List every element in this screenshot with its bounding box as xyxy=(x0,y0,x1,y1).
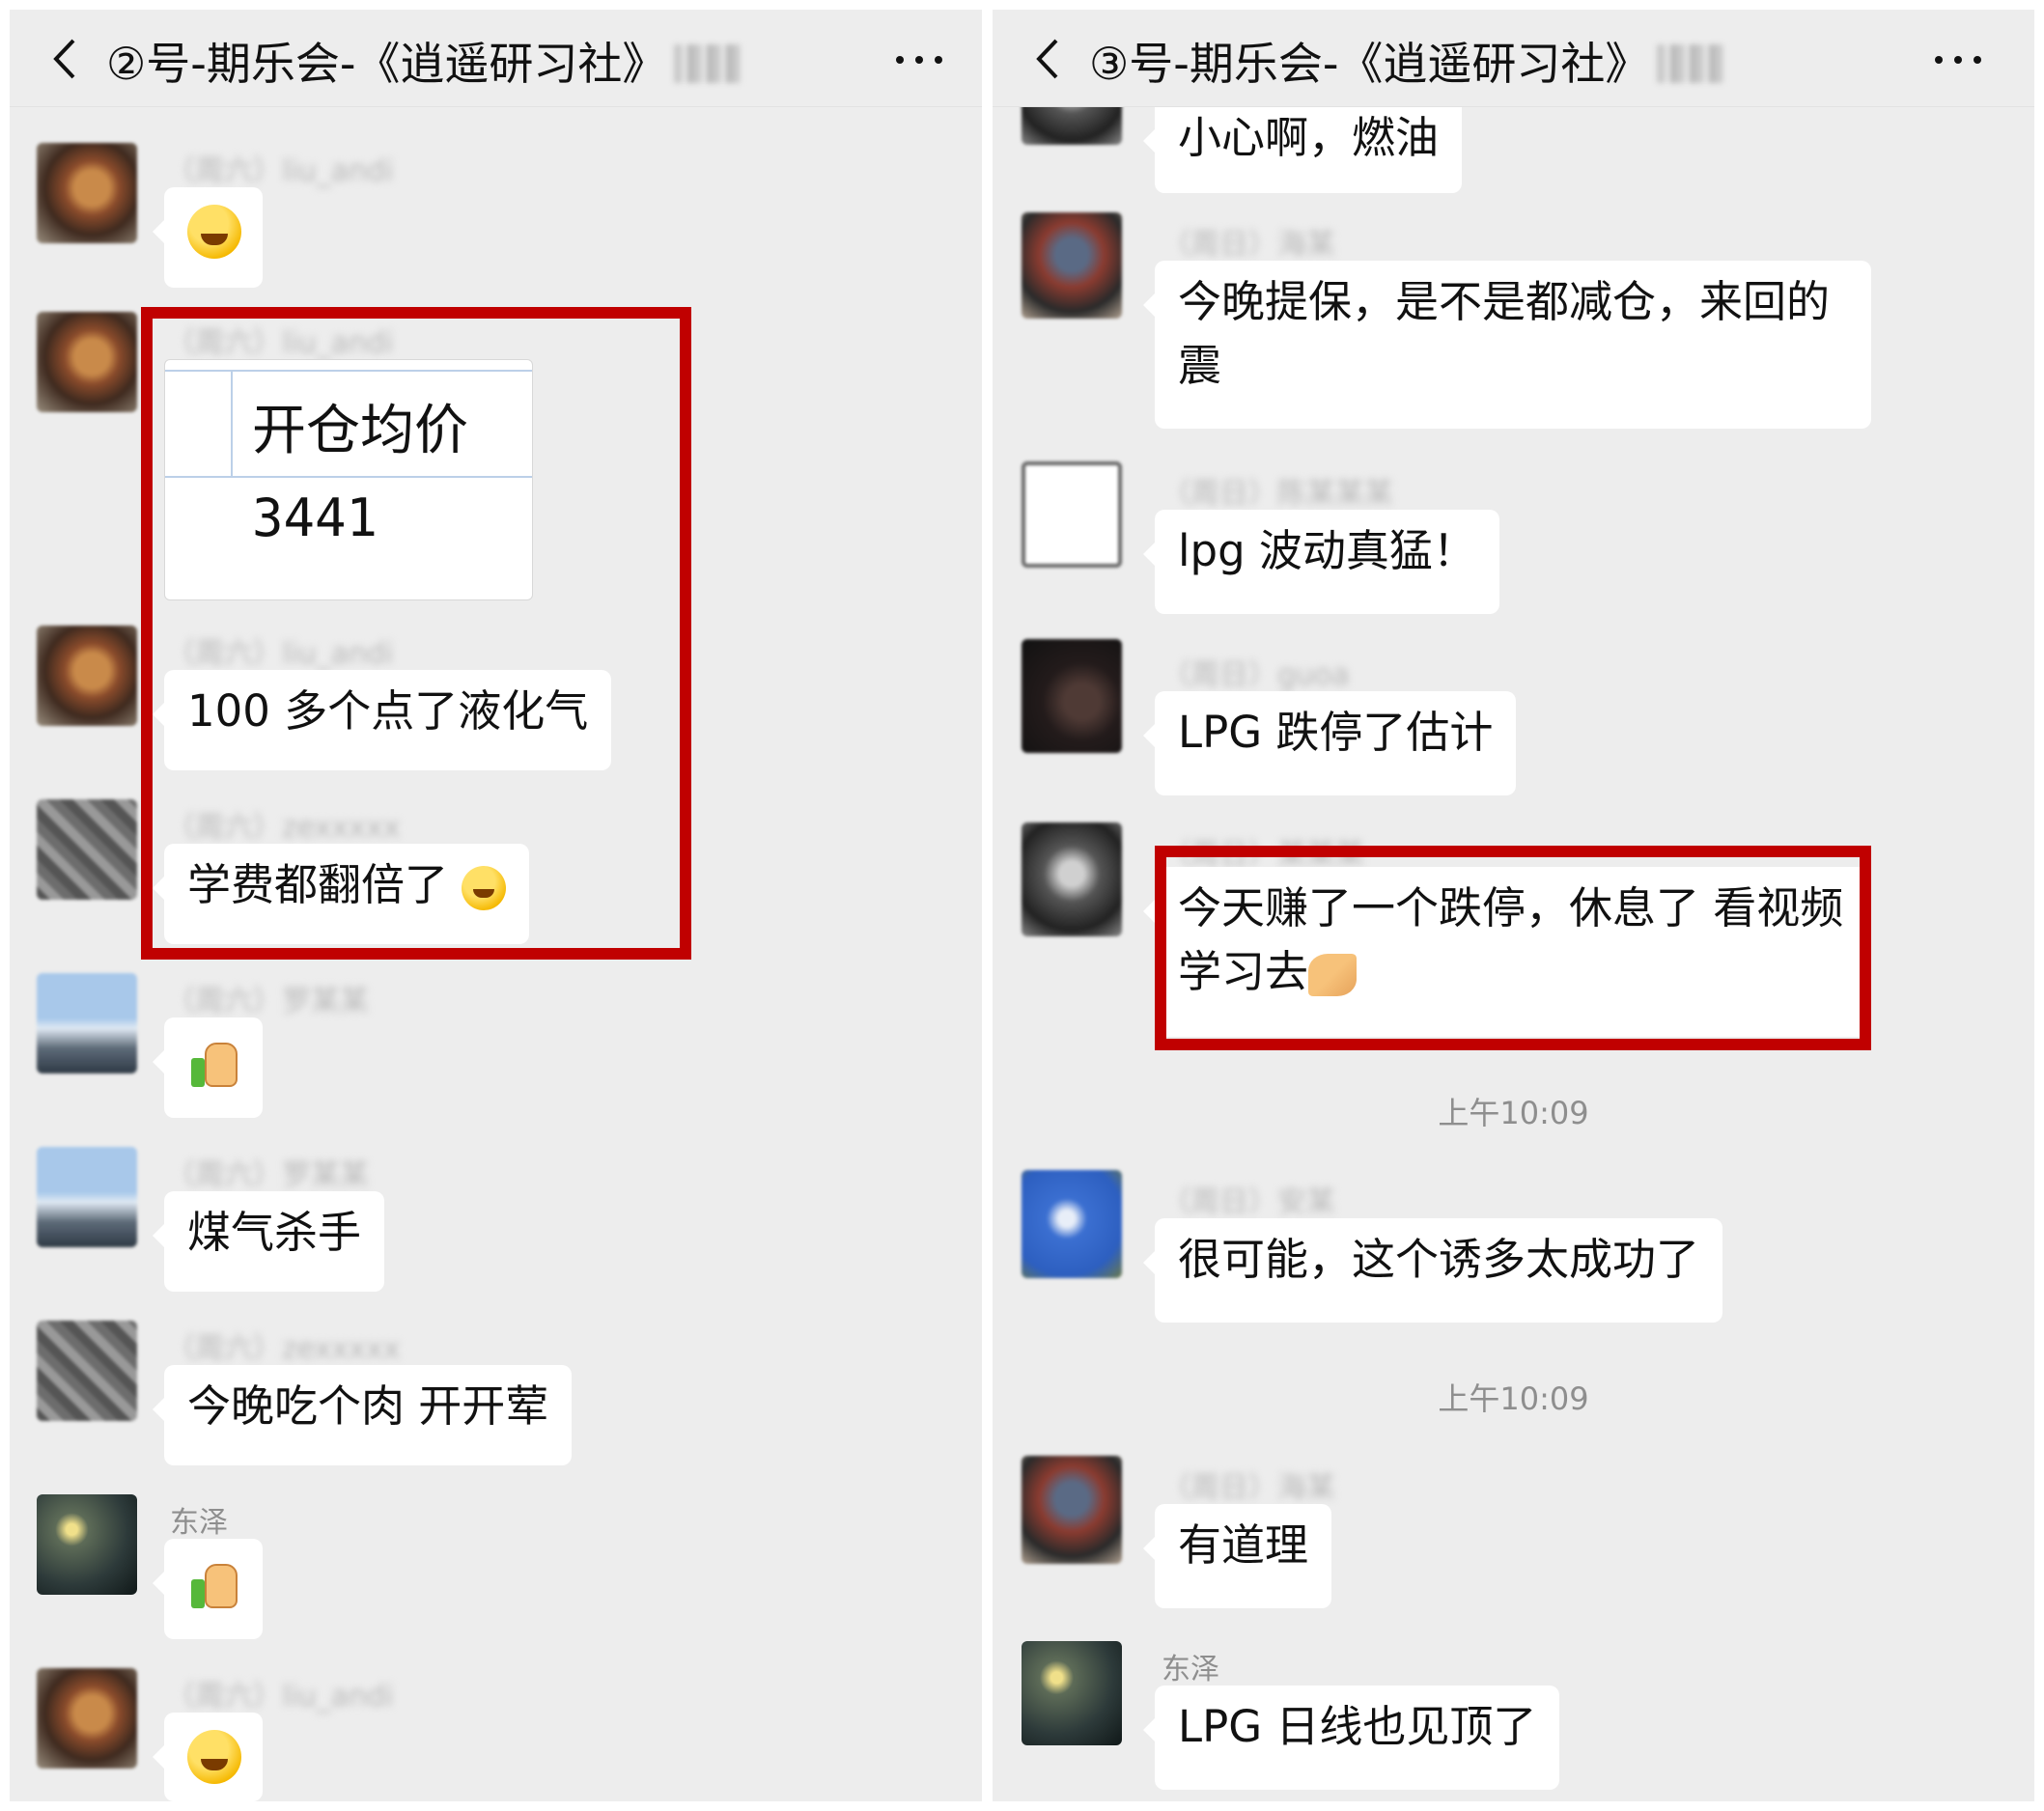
avatar[interactable] xyxy=(37,799,137,900)
thumbs-up-icon xyxy=(187,1556,241,1610)
message-text: 小心啊，燃油 xyxy=(1178,112,1440,163)
message-text: 今天赚了一个跌停，休息了 看视频学习去 xyxy=(1178,882,1844,997)
emoji-bubble[interactable] xyxy=(153,1017,263,1118)
avatar[interactable] xyxy=(1022,461,1122,568)
sender-name: （周六）liu_andi xyxy=(166,326,394,360)
text-bubble[interactable]: 100 多个点了液化气 xyxy=(152,670,612,770)
chat-panel-right: 小心啊，燃油 ③号-期乐会-《逍遥研习社》 （周日）海某 今晚提保，是不是都减仓… xyxy=(993,10,2034,1801)
text-bubble[interactable]: 今天赚了一个跌停，休息了 看视频学习去 xyxy=(1143,867,1871,1037)
timestamp: 上午10:09 xyxy=(1438,1380,1589,1417)
sender-name: （周六）罗某某 xyxy=(166,1158,369,1192)
emoji-bubble[interactable] xyxy=(153,1539,263,1639)
avatar[interactable] xyxy=(37,143,137,243)
avatar[interactable] xyxy=(37,1321,137,1421)
smirking-face-icon xyxy=(187,1730,241,1784)
message-text: 100 多个点了液化气 xyxy=(187,685,589,737)
chat-title-text: ③号-期乐会-《逍遥研习社》 xyxy=(1089,38,1650,90)
text-bubble[interactable]: LPG 跌停了估计 xyxy=(1142,691,1517,795)
avatar[interactable] xyxy=(37,1668,137,1769)
message-text: 煤气杀手 xyxy=(187,1207,362,1258)
timestamp: 上午10:09 xyxy=(1438,1095,1589,1131)
message-text: lpg 波动真猛！ xyxy=(1178,525,1476,576)
thinking-face-icon xyxy=(462,866,507,910)
text-bubble[interactable]: 煤气杀手 xyxy=(152,1191,385,1292)
text-bubble[interactable]: LPG 日线也见顶了 xyxy=(1142,1686,1560,1790)
table-divider xyxy=(231,370,233,478)
chat-title: ②号-期乐会-《逍遥研习社》 xyxy=(106,29,742,93)
avatar[interactable] xyxy=(37,312,137,412)
screenshot-collage: ②号-期乐会-《逍遥研习社》 （周六）liu_andi （周六）liu_andi… xyxy=(0,0,2044,1811)
member-count-blurred xyxy=(1657,44,1725,83)
sender-name: （周六）罗某某 xyxy=(166,985,369,1018)
message-text: LPG 日线也见顶了 xyxy=(1178,1701,1537,1752)
chat-title-text: ②号-期乐会-《逍遥研习社》 xyxy=(106,38,667,90)
table-cell-value: 3441 xyxy=(252,488,378,548)
pointing-hand-icon xyxy=(1308,954,1358,996)
thumbs-up-icon xyxy=(187,1035,241,1089)
back-arrow-icon[interactable] xyxy=(1029,37,1068,81)
sender-name: （周日）安某 xyxy=(1162,1185,1335,1219)
grinning-face-icon xyxy=(187,205,241,259)
message-text: 学费都翻倍了 xyxy=(187,859,449,910)
avatar[interactable] xyxy=(37,1494,137,1595)
avatar[interactable] xyxy=(37,1147,137,1247)
avatar[interactable] xyxy=(1022,1170,1122,1278)
sender-name: （周六）zexxxxx xyxy=(166,811,401,845)
title-bar: ②号-期乐会-《逍遥研习社》 xyxy=(10,10,982,107)
text-bubble[interactable]: 很可能，这个诱多太成功了 xyxy=(1142,1218,1723,1323)
chat-title: ③号-期乐会-《逍遥研习社》 xyxy=(1089,29,1725,93)
sender-name: 东泽 xyxy=(1162,1653,1219,1686)
image-message[interactable]: 开仓均价 3441 xyxy=(164,359,533,600)
sender-name: （周日）陈某某某 xyxy=(1162,477,1393,511)
member-count-blurred xyxy=(674,44,742,83)
sender-name: （周日）guoa xyxy=(1162,658,1350,692)
sender-name: （周日）海某 xyxy=(1162,1471,1335,1505)
message-text: 今晚提保，是不是都减仓，来回的震 xyxy=(1178,276,1831,391)
text-bubble[interactable]: 学费都翻倍了 xyxy=(152,844,530,944)
avatar[interactable] xyxy=(1022,639,1122,753)
sender-name: （周六）liu_andi xyxy=(166,1680,394,1713)
avatar[interactable] xyxy=(1022,822,1122,936)
emoji-bubble[interactable] xyxy=(153,187,263,288)
avatar[interactable] xyxy=(1022,212,1122,319)
sender-name: （周六）zexxxxx xyxy=(166,1332,401,1366)
message-text: 今晚吃个肉 开开荤 xyxy=(187,1380,549,1432)
avatar[interactable] xyxy=(1022,1456,1122,1564)
sender-name: （周六）liu_andi xyxy=(166,154,394,188)
text-bubble[interactable]: 今晚吃个肉 开开荤 xyxy=(152,1365,573,1465)
message-text: 有道理 xyxy=(1178,1519,1309,1571)
text-bubble[interactable]: 小心啊，燃油 xyxy=(1142,97,1463,193)
text-bubble[interactable]: 有道理 xyxy=(1142,1504,1332,1608)
more-dots-icon[interactable] xyxy=(1929,39,1987,77)
sender-name: （周六）liu_andi xyxy=(166,637,394,671)
avatar[interactable] xyxy=(37,626,137,726)
text-bubble[interactable]: 今晚提保，是不是都减仓，来回的震 xyxy=(1143,261,1871,429)
chat-panel-left: ②号-期乐会-《逍遥研习社》 （周六）liu_andi （周六）liu_andi… xyxy=(10,10,982,1801)
avatar[interactable] xyxy=(1022,1641,1122,1745)
text-bubble[interactable]: lpg 波动真猛！ xyxy=(1143,510,1499,614)
table-header-label: 开仓均价 xyxy=(252,400,468,462)
emoji-bubble[interactable] xyxy=(153,1713,263,1801)
avatar[interactable] xyxy=(37,973,137,1073)
title-bar: ③号-期乐会-《逍遥研习社》 xyxy=(993,10,2034,107)
back-arrow-icon[interactable] xyxy=(46,37,85,81)
message-text: 很可能，这个诱多太成功了 xyxy=(1178,1234,1700,1285)
more-dots-icon[interactable] xyxy=(890,39,948,77)
sender-name: 东泽 xyxy=(170,1506,228,1540)
sender-name: （周日）海某 xyxy=(1162,228,1335,262)
message-text: LPG 跌停了估计 xyxy=(1178,707,1494,758)
